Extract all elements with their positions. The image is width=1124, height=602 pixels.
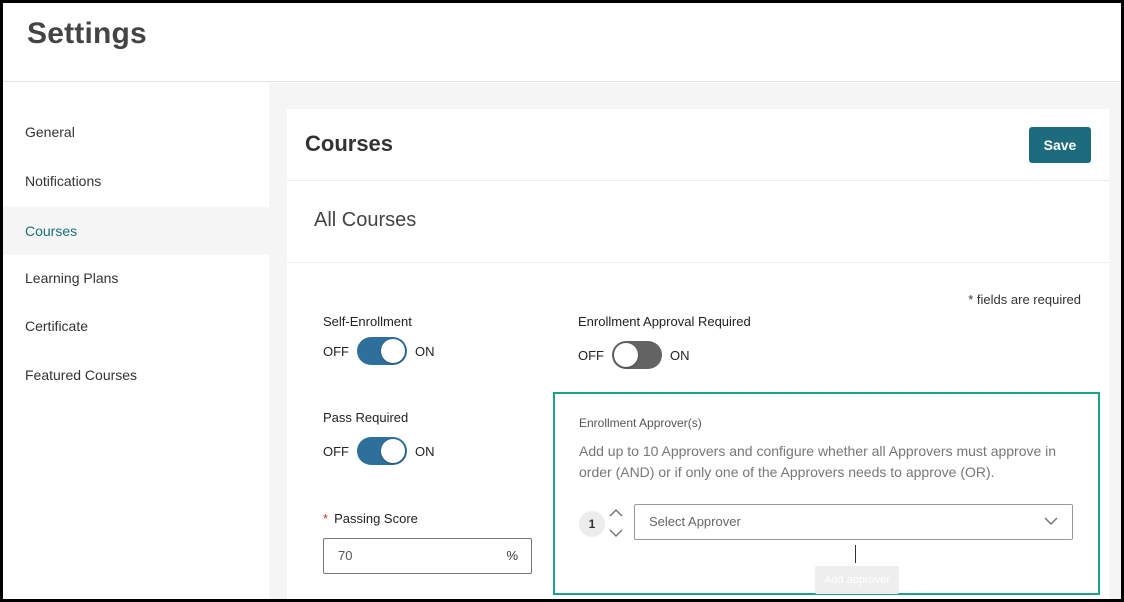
sidebar-item-label: Courses <box>25 223 78 239</box>
sidebar-item-notifications[interactable]: Notifications <box>3 157 269 205</box>
sidebar-item-learning-plans[interactable]: Learning Plans <box>3 254 269 302</box>
section-header: All Courses <box>287 181 1109 263</box>
card-title: Courses <box>305 131 394 156</box>
sidebar-item-general[interactable]: General <box>3 108 269 156</box>
pass-required-label: Pass Required <box>323 410 409 425</box>
passing-score-label: * Passing Score <box>323 511 418 526</box>
enrollment-approval-label: Enrollment Approval Required <box>578 314 751 329</box>
sidebar-item-certificate[interactable]: Certificate <box>3 302 269 350</box>
approver-order-badge: 1 <box>579 511 605 537</box>
enrollment-approval-toggle-row: OFF ON <box>578 341 690 369</box>
sidebar-item-label: Learning Plans <box>25 270 119 286</box>
pass-required-toggle[interactable] <box>357 437 407 465</box>
toggle-off-label: OFF <box>323 343 349 359</box>
toggle-knob <box>614 343 638 367</box>
toggle-on-label: ON <box>415 443 435 459</box>
enrollment-approval-toggle[interactable] <box>612 341 662 369</box>
toggle-knob <box>381 439 405 463</box>
courses-settings-card: Courses Save All Courses * fields are re… <box>287 109 1109 599</box>
card-header: Courses Save <box>287 109 1109 181</box>
page-title: Settings <box>27 17 147 50</box>
move-down-icon[interactable] <box>608 527 624 539</box>
percent-unit: % <box>506 548 518 563</box>
add-approver-button[interactable]: Add approver <box>815 566 899 594</box>
toggle-knob <box>381 339 405 363</box>
settings-sidebar: General Notifications Courses Learning P… <box>3 83 269 599</box>
passing-score-input[interactable]: 70 % <box>323 538 532 574</box>
approvers-description: Add up to 10 Approvers and configure whe… <box>579 443 1057 480</box>
approvers-label: Enrollment Approver(s) <box>579 416 702 430</box>
required-marker: * <box>323 511 329 526</box>
sidebar-item-label: Notifications <box>25 173 102 189</box>
enrollment-approvers-panel: Enrollment Approver(s) Add up to 10 Appr… <box>553 392 1100 595</box>
toggle-on-label: ON <box>670 347 690 363</box>
sidebar-item-label: Certificate <box>25 318 89 334</box>
toggle-on-label: ON <box>415 343 435 359</box>
sidebar-item-courses[interactable]: Courses <box>3 207 269 255</box>
move-up-icon[interactable] <box>608 507 624 519</box>
required-fields-note: * fields are required <box>968 292 1081 307</box>
toggle-off-label: OFF <box>578 347 604 363</box>
passing-score-label-text: Passing Score <box>334 511 418 526</box>
top-bar: Settings <box>3 3 1121 82</box>
section-title: All Courses <box>314 209 417 231</box>
chevron-down-icon <box>1044 517 1058 526</box>
sidebar-item-label: General <box>25 124 75 140</box>
pass-required-toggle-row: OFF ON <box>323 437 435 465</box>
self-enrollment-toggle-row: OFF ON <box>323 337 435 365</box>
toggle-off-label: OFF <box>323 443 349 459</box>
self-enrollment-toggle[interactable] <box>357 337 407 365</box>
text-cursor <box>855 545 856 563</box>
save-button[interactable]: Save <box>1029 127 1091 163</box>
passing-score-value: 70 <box>338 548 353 563</box>
select-approver-placeholder: Select Approver <box>649 514 741 529</box>
sidebar-item-label: Featured Courses <box>25 367 138 383</box>
sidebar-item-featured-courses[interactable]: Featured Courses <box>3 351 269 399</box>
select-approver-dropdown[interactable]: Select Approver <box>634 504 1073 540</box>
self-enrollment-label: Self-Enrollment <box>323 314 412 329</box>
